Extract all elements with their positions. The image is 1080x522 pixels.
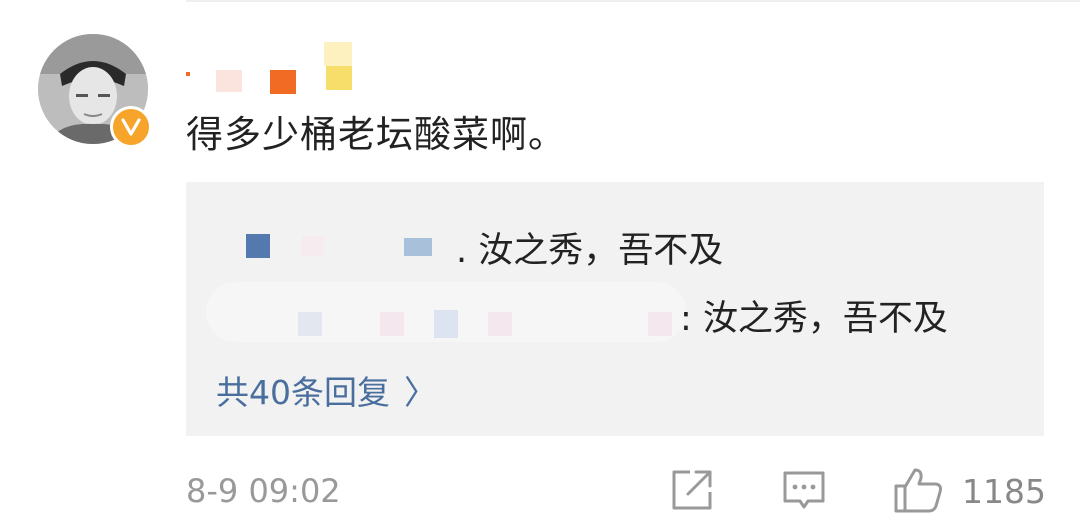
- comment-text: 得多少桶老坛酸菜啊。: [186, 113, 566, 156]
- comment-button[interactable]: [780, 466, 828, 514]
- redaction-mark: [246, 234, 270, 258]
- like-count: 1185: [962, 472, 1046, 511]
- redaction-mark: [324, 42, 352, 66]
- reply-text: : 汝之秀，吾不及: [680, 299, 948, 339]
- redaction-mark: [326, 66, 352, 90]
- redaction-mark: [380, 312, 404, 336]
- verified-badge-icon: [110, 106, 152, 148]
- redaction-mark: [302, 236, 324, 256]
- reply-text: . 汝之秀，吾不及: [456, 231, 724, 271]
- user-name-redacted[interactable]: [186, 42, 366, 94]
- top-divider: [186, 0, 1080, 2]
- reply-box[interactable]: . 汝之秀，吾不及 : 汝之秀，吾不及 共40条回复〉: [186, 182, 1044, 436]
- like-icon: [894, 468, 942, 513]
- redaction-mark: [186, 72, 190, 76]
- redaction-mark: [270, 70, 296, 94]
- comment-time: 8-9 09:02: [186, 472, 341, 510]
- more-replies-link[interactable]: 共40条回复〉: [216, 366, 437, 414]
- comment-icon: [783, 471, 825, 509]
- redaction-mark: [648, 312, 672, 336]
- redaction-mark: [434, 310, 458, 338]
- redaction-mark: [298, 312, 322, 336]
- share-button[interactable]: [668, 466, 716, 514]
- reply-item[interactable]: : 汝之秀，吾不及: [186, 282, 1044, 342]
- redaction-mark: [404, 238, 432, 256]
- more-replies-label: 共40条回复: [216, 373, 390, 412]
- chevron-right-icon: 〉: [404, 373, 437, 412]
- share-icon: [672, 470, 712, 510]
- avatar[interactable]: [38, 34, 152, 148]
- redaction-mark: [216, 70, 242, 92]
- like-button[interactable]: [892, 466, 942, 514]
- redaction-mark: [488, 312, 512, 336]
- comment-footer: 8-9 09:02 1185: [0, 462, 1080, 518]
- reply-item[interactable]: . 汝之秀，吾不及: [186, 216, 1044, 272]
